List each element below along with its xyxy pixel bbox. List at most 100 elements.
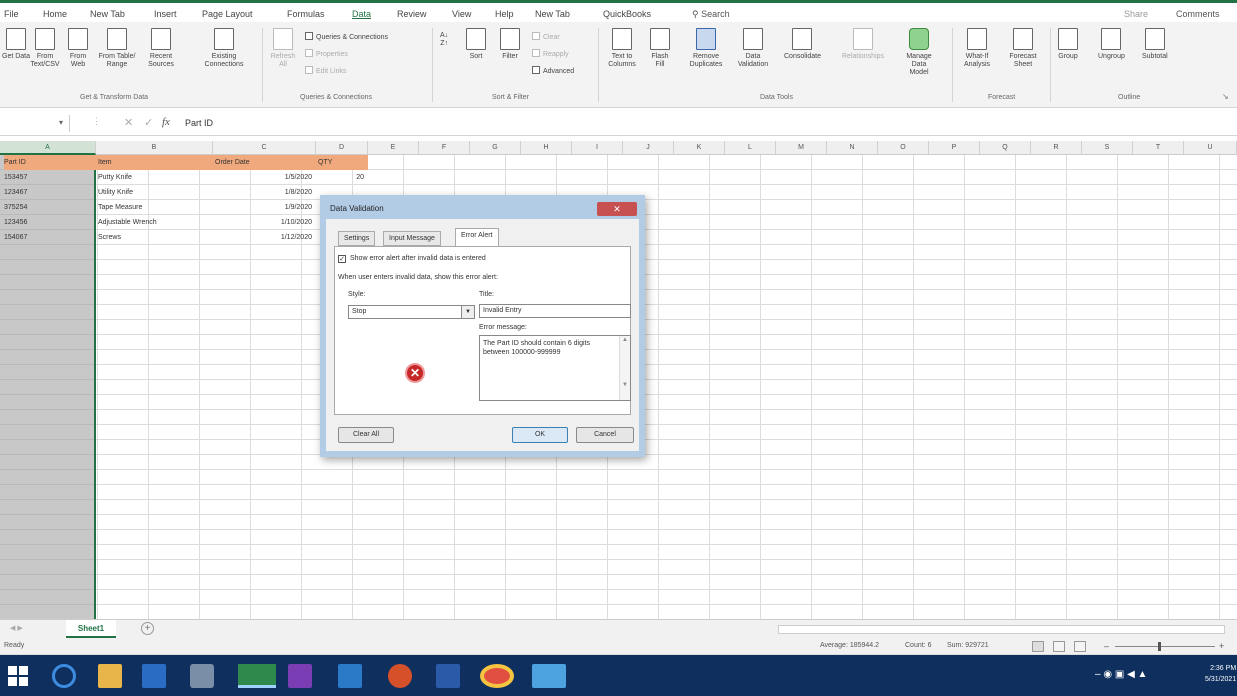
tab-formulas[interactable]: Formulas [287, 9, 325, 19]
page-layout-view-icon[interactable] [1053, 641, 1065, 652]
outlook-icon[interactable] [338, 664, 362, 688]
header-cell-order-date[interactable]: Order Date [213, 155, 316, 170]
sort-az-button[interactable]: A↓ Z↑ [440, 32, 448, 48]
queries-connections-button[interactable]: Queries & Connections [305, 32, 388, 41]
sheet-tab-sheet1[interactable]: Sheet1 [66, 620, 116, 638]
cell-part-id[interactable]: 123456 [4, 215, 94, 230]
cell-item[interactable]: Tape Measure [98, 200, 211, 215]
file-explorer-icon[interactable] [98, 664, 122, 688]
edge-browser-icon[interactable] [52, 664, 76, 688]
tab-insert[interactable]: Insert [154, 9, 177, 19]
header-cell-part-id[interactable]: Part ID [4, 155, 96, 170]
share-button[interactable]: Share [1124, 9, 1148, 19]
cell-order-date[interactable]: 1/8/2020 [213, 185, 316, 200]
tab-page-layout[interactable]: Page Layout [202, 9, 253, 19]
zoom-in-icon[interactable]: + [1219, 641, 1224, 651]
dialog-launcher-icon[interactable]: ↘ [1222, 92, 1229, 101]
column-header-l[interactable]: L [725, 141, 776, 155]
cancel-button[interactable]: Cancel [576, 427, 634, 443]
cell-item[interactable]: Putty Knife [98, 170, 211, 185]
tab-new-tab-2[interactable]: New Tab [535, 9, 570, 19]
add-sheet-icon[interactable]: + [141, 622, 154, 635]
cell-order-date[interactable]: 1/10/2020 [213, 215, 316, 230]
column-header-m[interactable]: M [776, 141, 827, 155]
tab-review[interactable]: Review [397, 9, 427, 19]
cell-order-date[interactable]: 1/9/2020 [213, 200, 316, 215]
chrome-icon[interactable] [480, 664, 514, 688]
get-data-button[interactable]: Get Data [2, 28, 30, 61]
close-icon[interactable]: ✕ [597, 202, 637, 216]
tab-data[interactable]: Data [352, 9, 371, 19]
column-header-n[interactable]: N [827, 141, 878, 155]
dialog-title-bar[interactable]: Data Validation ✕ [326, 201, 639, 219]
clear-filter-button[interactable]: Clear [532, 32, 560, 41]
cell-part-id[interactable]: 153457 [4, 170, 94, 185]
existing-connections-button[interactable]: Existing Connections [200, 28, 248, 69]
recent-sources-button[interactable]: Recent Sources [145, 28, 177, 69]
cancel-icon[interactable]: ✕ [124, 116, 133, 129]
windows-start-icon[interactable] [8, 666, 28, 686]
page-break-view-icon[interactable] [1074, 641, 1086, 652]
tab-settings[interactable]: Settings [338, 231, 376, 246]
search-box[interactable]: ⚲ Search [692, 9, 730, 20]
remove-duplicates-button[interactable]: Remove Duplicates [684, 28, 728, 69]
excel-app-icon[interactable] [238, 664, 276, 688]
column-header-r[interactable]: R [1031, 141, 1082, 155]
flash-fill-button[interactable]: Flash Fill [648, 28, 672, 69]
column-header-g[interactable]: G [470, 141, 521, 155]
chevron-down-icon[interactable]: ▾ [59, 118, 63, 127]
from-text-csv-button[interactable]: From Text/CSV [30, 28, 60, 69]
word-icon[interactable] [436, 664, 460, 688]
text-to-columns-button[interactable]: Text to Columns [606, 28, 638, 69]
column-header-c[interactable]: C [213, 141, 316, 155]
error-message-textarea[interactable]: The Part ID should contain 6 digits betw… [479, 335, 631, 401]
column-header-a[interactable]: A [0, 141, 96, 155]
tab-new-tab[interactable]: New Tab [90, 9, 125, 19]
cell-part-id[interactable]: 154067 [4, 230, 94, 245]
cell-item[interactable]: Screws [98, 230, 211, 245]
from-web-button[interactable]: From Web [66, 28, 90, 69]
clear-all-button[interactable]: Clear All [338, 427, 394, 443]
cell-order-date[interactable]: 1/12/2020 [213, 230, 316, 245]
ungroup-button[interactable]: Ungroup [1098, 28, 1125, 61]
cell-item[interactable]: Adjustable Wrench [98, 215, 211, 230]
manage-data-model-button[interactable]: Manage Data Model [902, 28, 936, 77]
onenote-icon[interactable] [288, 664, 312, 688]
data-validation-button[interactable]: Data Validation [730, 28, 776, 69]
comments-button[interactable]: Comments [1176, 9, 1220, 19]
store-icon[interactable] [142, 664, 166, 688]
reapply-button[interactable]: Reapply [532, 49, 569, 58]
cell-qty[interactable]: 20 [316, 170, 368, 185]
column-header-e[interactable]: E [368, 141, 419, 155]
style-select[interactable]: Stop ▼ [348, 305, 475, 319]
column-header-k[interactable]: K [674, 141, 725, 155]
insert-function-icon[interactable]: fx [162, 116, 170, 128]
column-header-o[interactable]: O [878, 141, 929, 155]
group-button[interactable]: Group [1058, 28, 1078, 61]
system-tray-icons[interactable]: – ◉ ▣ ◀ ▲ [1095, 669, 1147, 680]
ok-button[interactable]: OK [512, 427, 568, 443]
column-header-u[interactable]: U [1184, 141, 1237, 155]
tab-input-message[interactable]: Input Message [383, 231, 441, 246]
tab-error-alert[interactable]: Error Alert [455, 228, 499, 247]
tab-view[interactable]: View [452, 9, 471, 19]
tab-help[interactable]: Help [495, 9, 514, 19]
taskbar-clock[interactable]: 2:36 PM 5/31/2021 [1205, 663, 1236, 685]
refresh-all-button[interactable]: Refresh All [268, 28, 298, 69]
properties-button[interactable]: Properties [305, 49, 348, 58]
cell-item[interactable]: Utility Knife [98, 185, 211, 200]
filter-button[interactable]: Filter [500, 28, 520, 61]
column-header-j[interactable]: J [623, 141, 674, 155]
title-input[interactable]: Invalid Entry [479, 304, 631, 318]
column-header-d[interactable]: D [316, 141, 368, 155]
zoom-out-icon[interactable]: – [1104, 641, 1109, 651]
edit-links-button[interactable]: Edit Links [305, 66, 346, 75]
scrollbar[interactable]: ▲ ▼ [619, 336, 630, 400]
column-header-q[interactable]: Q [980, 141, 1031, 155]
sort-button[interactable]: Sort [466, 28, 486, 61]
tab-quickbooks[interactable]: QuickBooks [603, 9, 651, 19]
forecast-sheet-button[interactable]: Forecast Sheet [1008, 28, 1038, 69]
tools-icon[interactable] [190, 664, 214, 688]
zoom-slider-thumb[interactable] [1158, 642, 1161, 651]
formula-input[interactable]: Part ID [185, 118, 1235, 128]
